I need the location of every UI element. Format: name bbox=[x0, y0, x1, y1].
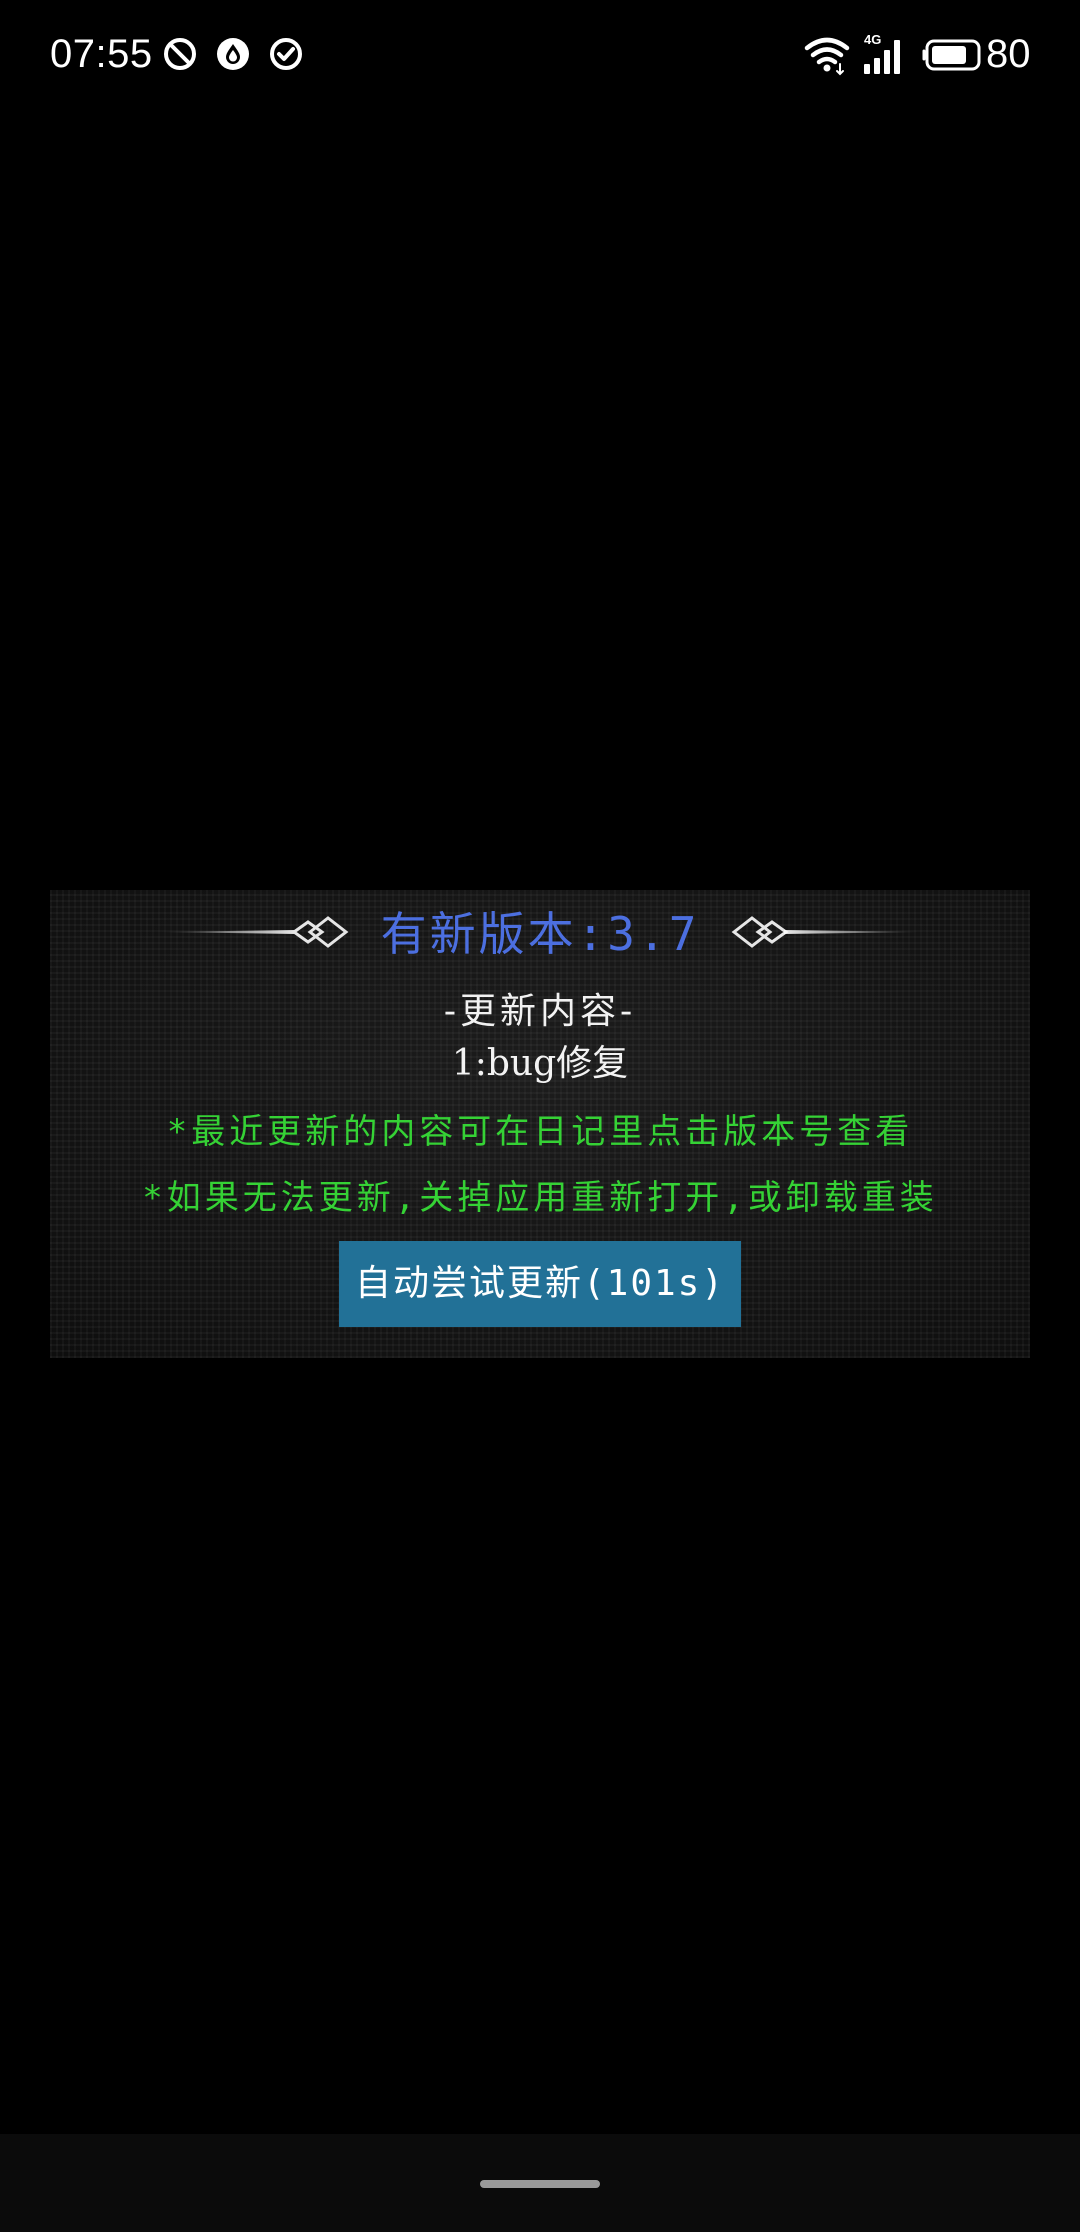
battery-percent: 80 bbox=[986, 32, 1031, 76]
note-changelog-hint: *最近更新的内容可在日记里点击版本号查看 bbox=[166, 1112, 914, 1152]
water-drop-icon bbox=[215, 36, 251, 72]
network-label: 4G bbox=[864, 32, 881, 47]
note-reinstall-hint: *如果无法更新,关掉应用重新打开,或卸载重装 bbox=[142, 1178, 938, 1218]
battery-icon bbox=[920, 30, 982, 80]
do-not-disturb-icon bbox=[162, 36, 198, 72]
navigation-bar bbox=[0, 2134, 1080, 2232]
home-indicator[interactable] bbox=[480, 2180, 600, 2188]
changelog-heading: -更新内容- bbox=[443, 991, 637, 1032]
auto-update-button[interactable]: 自动尝试更新(101s) bbox=[339, 1241, 741, 1327]
right-ornament-icon bbox=[722, 910, 922, 954]
dialog-header: 有新版本:3.7 bbox=[50, 890, 1030, 980]
signal-4g-icon: 4G bbox=[862, 30, 908, 80]
status-bar: 07:55 4G 80 bbox=[0, 0, 1080, 110]
check-circle-icon bbox=[268, 36, 304, 72]
changelog-item: 1:bug修复 bbox=[451, 1043, 629, 1084]
update-dialog: 有新版本:3.7 -更新内容- 1:bug修复 *最近更新的内容可在日记里点击版… bbox=[50, 890, 1030, 1358]
status-time: 07:55 bbox=[50, 32, 153, 76]
wifi-icon bbox=[804, 30, 850, 80]
